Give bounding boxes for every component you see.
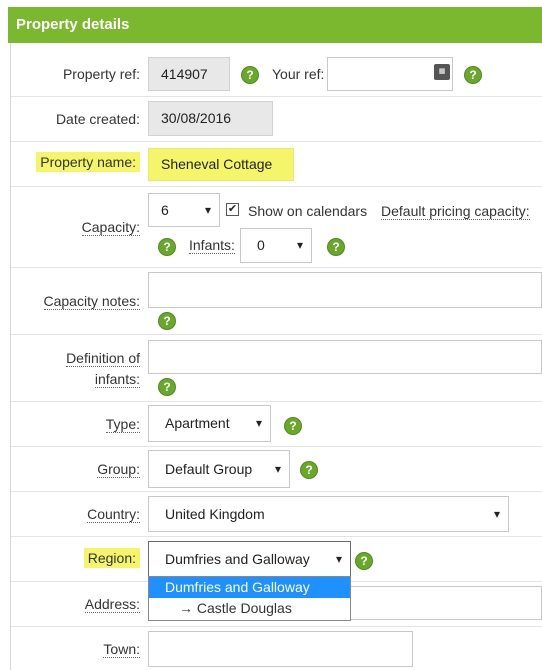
town-input[interactable] (148, 631, 413, 667)
definition-of-infants-input[interactable] (148, 340, 542, 374)
type-value: Apartment (165, 415, 230, 431)
property-name-label-text: Property name: (36, 152, 140, 172)
help-icon[interactable]: ? (328, 239, 344, 255)
address-label-text: Address: (84, 596, 140, 613)
definition-of-infants-label-2: infants: (94, 371, 140, 388)
property-details-header: Property details (8, 7, 542, 43)
default-pricing-capacity-text: Default pricing capacity: (381, 203, 530, 220)
section-title: Property details (16, 16, 130, 33)
show-on-calendars-label: Show on calendars (248, 203, 368, 219)
help-icon[interactable]: ? (301, 462, 317, 478)
row-divider (11, 446, 542, 447)
group-value: Default Group (165, 461, 253, 477)
row-divider (11, 267, 542, 268)
row-divider (11, 536, 542, 537)
definition-of-infants-text-1: Definition of (66, 350, 140, 367)
help-icon[interactable]: ? (356, 553, 372, 569)
type-label-text: Type: (105, 416, 140, 433)
row-divider (11, 401, 542, 402)
capacity-value: 6 (161, 202, 169, 218)
region-select[interactable]: Dumfries and Galloway (148, 541, 351, 578)
calendar-icon[interactable]: ▦ (434, 64, 450, 80)
town-label: Town: (103, 641, 140, 658)
row-divider (11, 96, 542, 97)
type-select[interactable]: Apartment (148, 405, 271, 442)
frame-left-border (10, 43, 11, 670)
infants-value: 0 (257, 237, 265, 253)
group-select[interactable]: Default Group (148, 450, 290, 488)
capacity-select[interactable]: 6 (148, 193, 220, 227)
definition-of-infants-text-2: infants: (94, 371, 140, 388)
row-divider (11, 141, 542, 142)
region-option-dumfries[interactable]: Dumfries and Galloway (149, 577, 350, 598)
capacity-notes-input[interactable] (148, 272, 542, 308)
region-label-text: Region: (83, 548, 140, 568)
country-select[interactable]: United Kingdom (148, 496, 509, 532)
help-icon[interactable]: ? (159, 239, 175, 255)
property-name-input[interactable]: Sheneval Cottage (148, 148, 294, 181)
date-created-label: Date created: (55, 111, 140, 127)
property-name-label: Property name: (36, 152, 140, 172)
type-label: Type: (105, 416, 140, 433)
default-pricing-capacity-label: Default pricing capacity: (381, 203, 530, 220)
region-dropdown-list: Dumfries and Galloway → Castle Douglas (148, 576, 351, 621)
row-divider (11, 626, 542, 627)
country-value: United Kingdom (165, 506, 265, 522)
capacity-label-text: Capacity: (81, 219, 140, 236)
your-ref-label: Your ref: (272, 66, 325, 82)
address-label: Address: (84, 596, 140, 613)
capacity-notes-label-text: Capacity notes: (43, 293, 140, 310)
capacity-label: Capacity: (81, 219, 140, 236)
show-on-calendars-checkbox[interactable]: ✔ (226, 203, 239, 216)
region-option-castle-douglas[interactable]: → Castle Douglas (149, 598, 350, 619)
help-icon[interactable]: ? (159, 379, 175, 395)
row-divider (11, 334, 542, 335)
country-label-text: Country: (87, 506, 140, 523)
help-icon[interactable]: ? (465, 67, 481, 83)
date-created-field: 30/08/2016 (148, 101, 273, 136)
row-divider (11, 186, 542, 187)
region-value: Dumfries and Galloway (165, 551, 310, 567)
infants-label: Infants: (189, 237, 235, 254)
group-label: Group: (97, 461, 140, 478)
help-icon[interactable]: ? (285, 418, 301, 434)
property-ref-label: Property ref: (62, 66, 140, 82)
property-ref-field: 414907 (148, 57, 230, 91)
row-divider (11, 491, 542, 492)
town-label-text: Town: (103, 641, 140, 658)
infants-label-text: Infants: (189, 237, 235, 254)
group-label-text: Group: (97, 461, 140, 478)
infants-select[interactable]: 0 (240, 228, 312, 263)
capacity-notes-label: Capacity notes: (43, 293, 140, 310)
region-label: Region: (83, 548, 140, 568)
help-icon[interactable]: ? (159, 313, 175, 329)
help-icon[interactable]: ? (242, 67, 258, 83)
country-label: Country: (87, 506, 140, 523)
definition-of-infants-label-1: Definition of (66, 350, 140, 367)
